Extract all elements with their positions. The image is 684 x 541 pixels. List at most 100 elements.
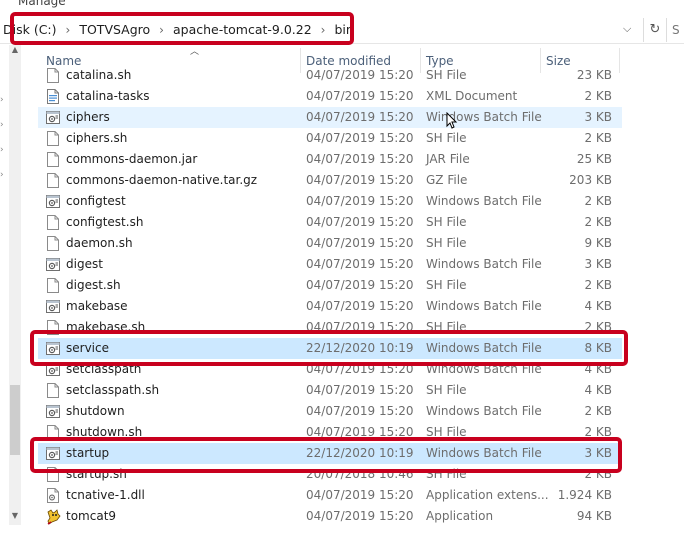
file-row[interactable]: configtest 04/07/2019 15:20 Windows Batch … (38, 191, 622, 212)
file-type: SH File (426, 236, 467, 250)
file-name: ciphers.sh (66, 131, 128, 145)
search-box-edge[interactable]: S (672, 23, 680, 37)
file-size: 4 KB (584, 362, 612, 376)
file-type: Windows Batch File (426, 404, 542, 418)
breadcrumb-disk[interactable]: Disk (C:) (3, 22, 57, 37)
file-type: Windows Batch File (426, 110, 542, 124)
file-date-modified: 04/07/2019 15:20 (306, 257, 414, 271)
file-name: digest (66, 257, 103, 271)
file-row[interactable]: configtest.sh 04/07/2019 15:20 SH File 2 KB (38, 212, 622, 233)
file-date-modified: 04/07/2019 15:20 (306, 299, 414, 313)
vertical-scrollbar[interactable]: ▲ ▼ (9, 45, 21, 525)
sh-file-icon (46, 425, 60, 440)
file-type: Windows Batch File (426, 446, 542, 460)
file-row[interactable]: startup 22/12/2020 10:19 Windows Batch Fil… (38, 443, 622, 464)
file-row[interactable]: shutdown.sh 04/07/2019 15:20 SH File 2 KB (38, 422, 622, 443)
file-size: 2 KB (584, 215, 612, 229)
file-row[interactable]: digest.sh 04/07/2019 15:20 SH File 2 KB (38, 275, 622, 296)
file-row[interactable]: makebase 04/07/2019 15:20 Windows Batch Fi… (38, 296, 622, 317)
refresh-icon[interactable]: ↻ (643, 18, 667, 42)
file-row[interactable]: tcnative-1.dll 04/07/2019 15:20 Applicatio… (38, 485, 622, 506)
file-name: service (66, 341, 109, 355)
batch-file-icon (46, 257, 60, 272)
file-size: 8 KB (584, 341, 612, 355)
file-row[interactable]: commons-daemon-native.tar.gz 04/07/2019 1… (38, 170, 622, 191)
file-size: 4 KB (584, 299, 612, 313)
breadcrumb-separator-icon[interactable]: › (321, 23, 326, 37)
scrollbar-thumb[interactable] (10, 385, 20, 455)
file-date-modified: 04/07/2019 15:20 (306, 404, 414, 418)
batch-file-icon (46, 446, 60, 461)
expand-chevron-icon[interactable]: › (0, 95, 4, 105)
file-row[interactable]: ciphers 04/07/2019 15:20 Windows Batch Fil… (38, 107, 622, 128)
file-type: SH File (426, 383, 467, 397)
expand-chevron-icon[interactable]: › (0, 120, 4, 130)
file-row[interactable]: makebase.sh 04/07/2019 15:20 SH File 2 KB (38, 317, 622, 338)
file-row[interactable]: tomcat9 04/07/2019 15:20 Application 94 KB (38, 506, 622, 527)
file-date-modified: 04/07/2019 15:20 (306, 425, 414, 439)
sort-ascending-icon: ︿ (190, 47, 200, 57)
file-row[interactable]: shutdown 04/07/2019 15:20 Windows Batch Fi… (38, 401, 622, 422)
file-name: shutdown.sh (66, 425, 143, 439)
expand-chevron-icon[interactable]: › (0, 145, 4, 155)
file-date-modified: 04/07/2019 15:20 (306, 236, 414, 250)
file-row[interactable]: ciphers.sh 04/07/2019 15:20 SH File 2 KB (38, 128, 622, 149)
file-row[interactable]: digest 04/07/2019 15:20 Windows Batch File… (38, 254, 622, 275)
file-size: 4 KB (584, 383, 612, 397)
breadcrumb-separator-icon[interactable]: › (159, 23, 164, 37)
file-type: Windows Batch File (426, 257, 542, 271)
sh-file-icon (46, 236, 60, 251)
batch-file-icon (46, 362, 60, 377)
file-type: JAR File (426, 152, 470, 166)
file-date-modified: 04/07/2019 15:20 (306, 152, 414, 166)
xml-file-icon (46, 89, 60, 104)
file-size: 23 KB (576, 68, 612, 82)
file-name: setclasspath (66, 362, 142, 376)
sh-file-icon (46, 278, 60, 293)
file-size: 2 KB (584, 89, 612, 103)
file-row[interactable]: setclasspath 04/07/2019 15:20 Windows Batc… (38, 359, 622, 380)
file-row[interactable]: catalina.sh 04/07/2019 15:20 SH File 23 KB (38, 65, 622, 86)
file-size: 2 KB (584, 194, 612, 208)
breadcrumb-totvsagro[interactable]: TOTVSAgro (79, 22, 150, 37)
address-bar[interactable]: Disk (C:) › TOTVSAgro › apache-tomcat-9.… (0, 17, 684, 44)
file-date-modified: 20/07/2018 10:46 (306, 467, 414, 481)
scroll-down-icon[interactable]: ▼ (9, 511, 21, 523)
expand-chevron-icon[interactable]: › (0, 170, 4, 180)
breadcrumb-separator-icon[interactable]: › (66, 23, 71, 37)
breadcrumb-bin[interactable]: bin (334, 22, 353, 37)
file-date-modified: 04/07/2019 15:20 (306, 173, 414, 187)
file-name: catalina.sh (66, 68, 132, 82)
jar-file-icon (46, 152, 60, 167)
file-name: startup (66, 446, 110, 460)
file-type: Windows Batch File (426, 341, 542, 355)
file-size: 203 KB (569, 173, 612, 187)
file-date-modified: 04/07/2019 15:20 (306, 320, 414, 334)
file-row[interactable]: setclasspath.sh 04/07/2019 15:20 SH File 4 … (38, 380, 622, 401)
file-size: 2 KB (584, 131, 612, 145)
sh-file-icon (46, 383, 60, 398)
file-name: setclasspath.sh (66, 383, 160, 397)
dll-file-icon (46, 488, 60, 503)
file-date-modified: 04/07/2019 15:20 (306, 194, 414, 208)
ribbon-manage-tab[interactable]: Manage (18, 0, 66, 8)
file-row[interactable]: daemon.sh 04/07/2019 15:20 SH File 9 KB (38, 233, 622, 254)
file-date-modified: 04/07/2019 15:20 (306, 509, 414, 523)
mouse-cursor-icon (446, 111, 458, 133)
file-size: 9 KB (584, 236, 612, 250)
breadcrumb-tomcat[interactable]: apache-tomcat-9.0.22 (173, 22, 312, 37)
file-row[interactable]: startup.sh 20/07/2018 10:46 SH File 2 KB (38, 464, 622, 485)
file-size: 1.924 KB (557, 488, 612, 502)
file-name: shutdown (66, 404, 125, 418)
file-row[interactable]: service 22/12/2020 10:19 Windows Batch Fil… (38, 338, 622, 359)
address-dropdown-icon[interactable]: ⌵ (623, 22, 631, 36)
scroll-up-icon[interactable]: ▲ (9, 45, 21, 57)
file-row[interactable]: commons-daemon.jar 04/07/2019 15:20 JAR Fi… (38, 149, 622, 170)
sh-file-icon (46, 467, 60, 482)
file-row[interactable]: catalina-tasks 04/07/2019 15:20 XML Docume… (38, 86, 622, 107)
file-size: 94 KB (576, 509, 612, 523)
file-type: SH File (426, 278, 467, 292)
file-size: 3 KB (584, 110, 612, 124)
sh-file-icon (46, 320, 60, 335)
file-type: SH File (426, 68, 467, 82)
